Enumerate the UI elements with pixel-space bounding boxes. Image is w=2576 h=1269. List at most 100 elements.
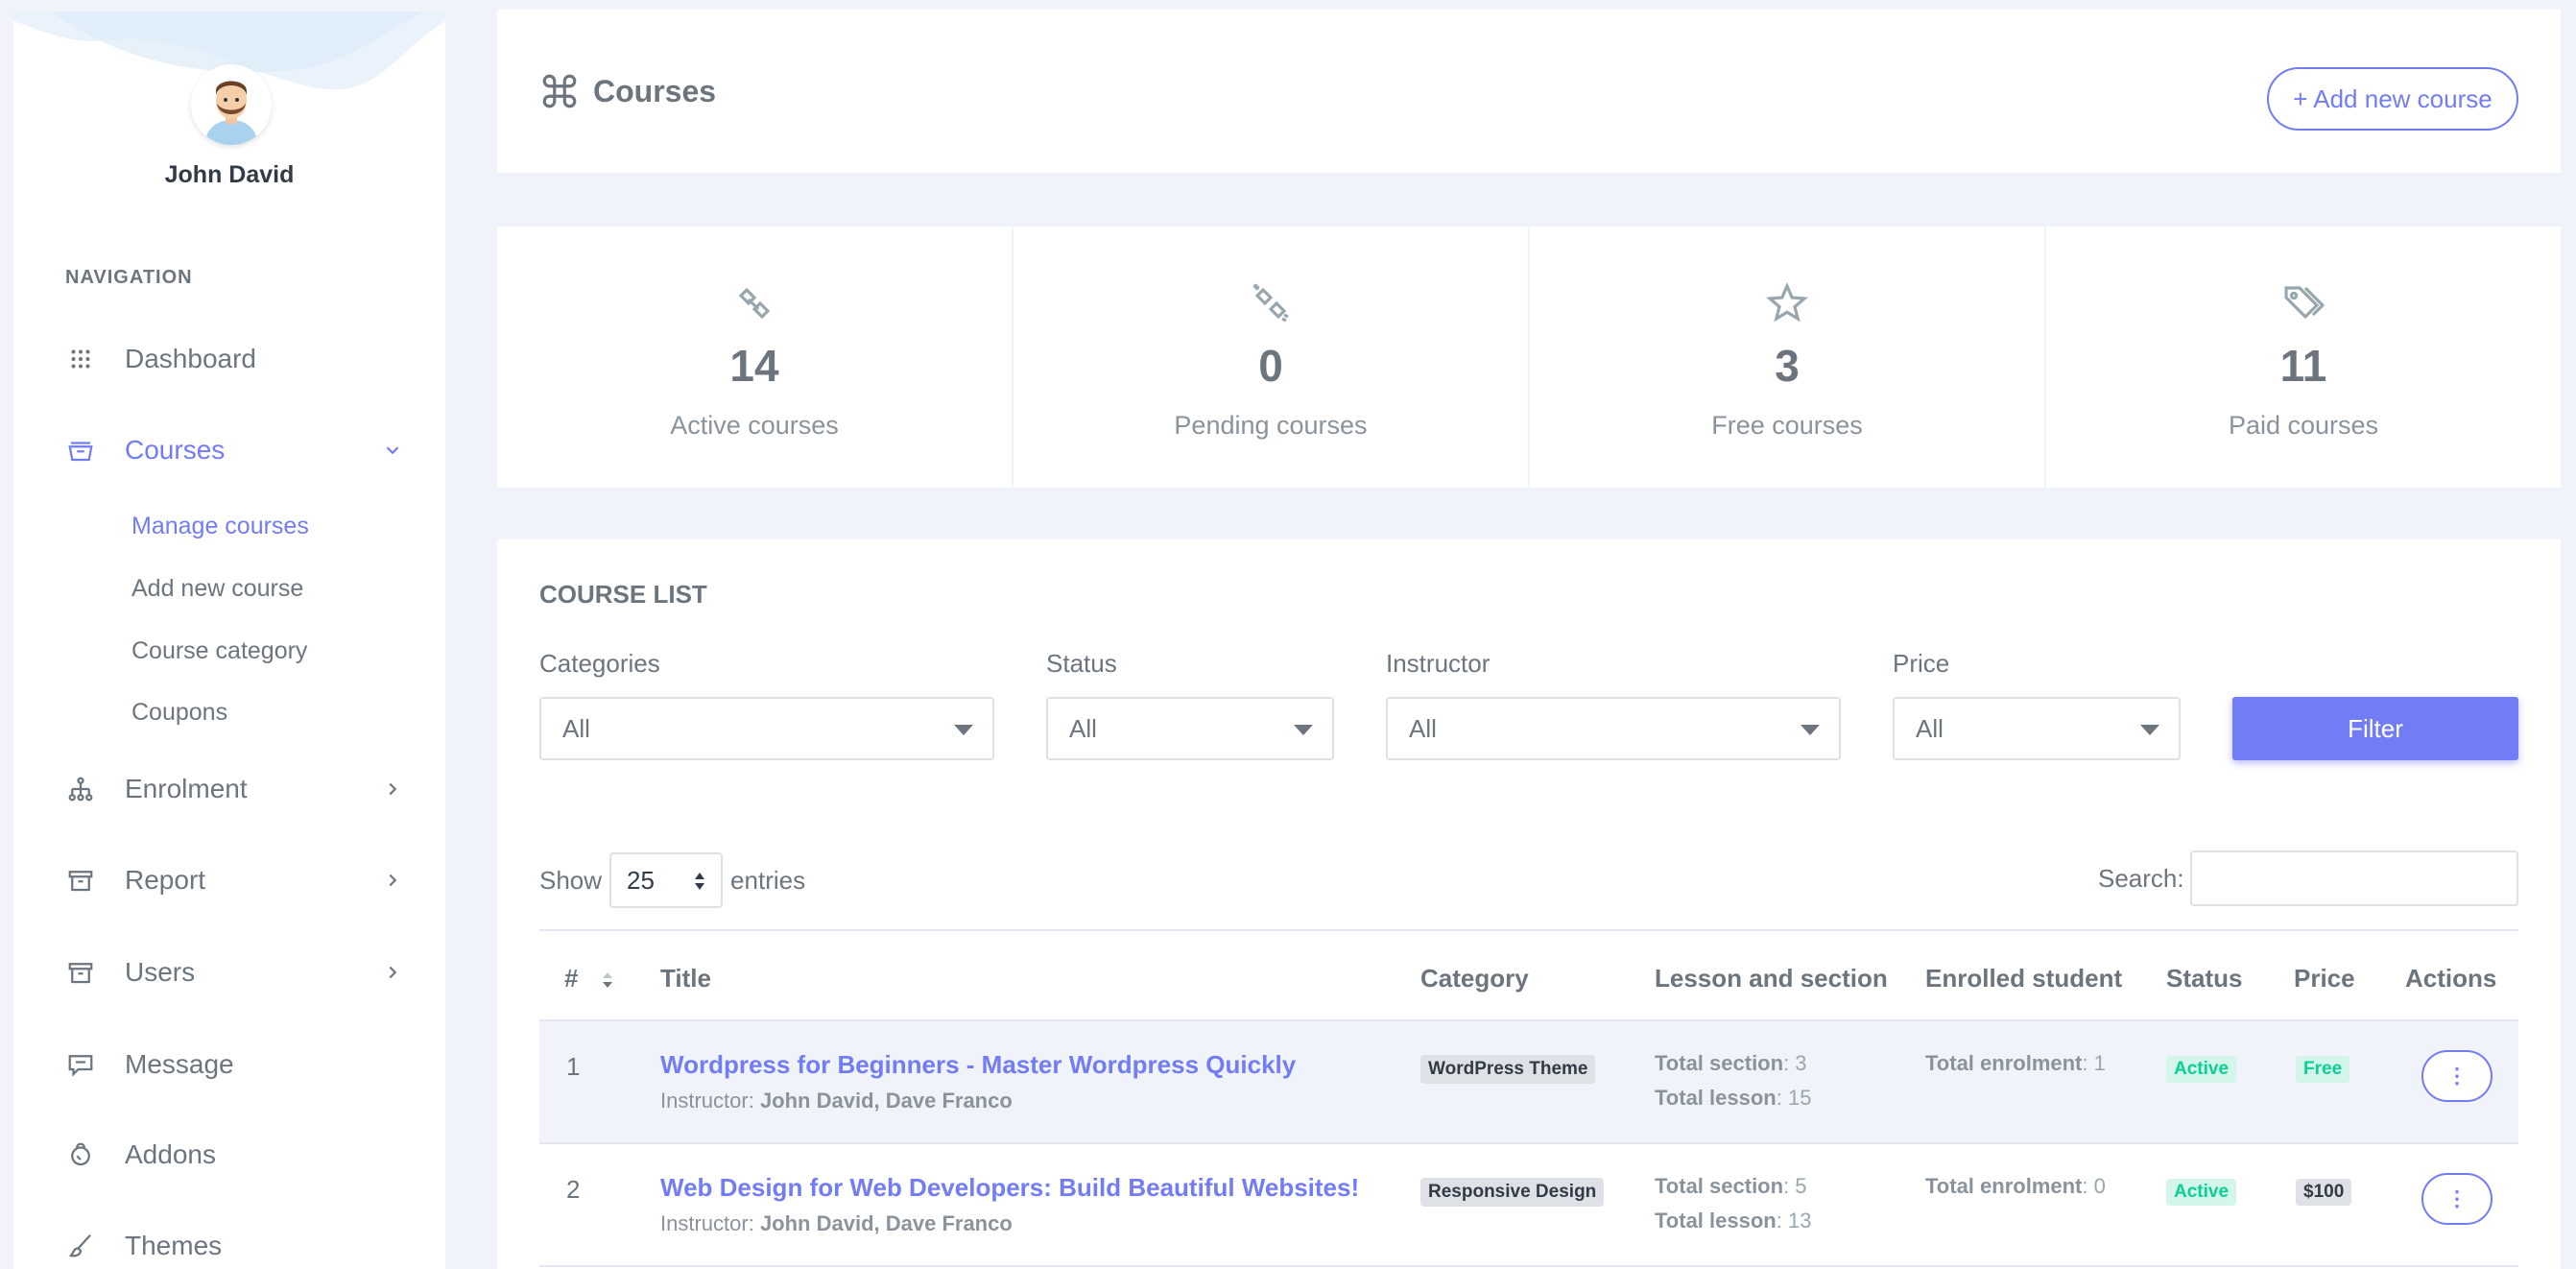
lesson-value: : 15 [1776, 1086, 1812, 1110]
column-header-lesson-section[interactable]: Lesson and section [1655, 964, 1888, 994]
lesson-value: : 13 [1776, 1209, 1812, 1233]
filter-label-price: Price [1893, 649, 1950, 678]
stats-row: 14 Active courses 0 Pending courses 3 Fr… [497, 227, 2561, 488]
price-select[interactable]: All [1893, 697, 2181, 760]
instructor-label: Instructor: [660, 1089, 754, 1113]
row-actions-button[interactable]: ⋮ [2421, 1050, 2493, 1102]
lesson-section-info: Total section: 5 Total lesson: 13 [1655, 1169, 1811, 1238]
addons-icon [65, 1139, 96, 1170]
select-value: All [562, 713, 590, 743]
grid-icon [65, 344, 96, 374]
page-header: Courses + Add new course [497, 10, 2561, 173]
course-instructor: Instructor: John David, Dave Franco [660, 1089, 1013, 1113]
sidebar: John David NAVIGATION Dashboard Courses … [13, 12, 445, 1269]
stat-value: 0 [1258, 341, 1283, 391]
avatar-image [191, 64, 272, 145]
nav-section-title: NAVIGATION [65, 267, 193, 288]
stat-label: Paid courses [2228, 411, 2379, 440]
search-input[interactable] [2190, 850, 2518, 906]
show-label: Show [539, 865, 603, 895]
sidebar-item-dashboard[interactable]: Dashboard [65, 330, 411, 388]
sidebar-item-message[interactable]: Message [65, 1036, 411, 1093]
column-header-status[interactable]: Status [2166, 964, 2242, 994]
sidebar-item-label: Courses [125, 435, 226, 465]
stat-free-courses: 3 Free courses [1530, 227, 2044, 488]
page-title-text: Courses [593, 73, 717, 108]
course-list-card: COURSE LIST Categories All Status All In… [497, 539, 2561, 1269]
sidebar-item-label: Dashboard [125, 344, 256, 373]
enrolment-info: Total enrolment: 1 [1925, 1046, 2106, 1081]
categories-select[interactable]: All [539, 697, 994, 760]
stat-value: 3 [1775, 341, 1800, 391]
sidebar-subitem-coupons[interactable]: Coupons [131, 699, 227, 727]
broken-link-icon [1252, 283, 1289, 323]
avatar[interactable] [191, 64, 272, 145]
column-header-number[interactable]: # [564, 964, 578, 994]
enrolment-value: : 0 [2082, 1174, 2106, 1198]
caret-down-icon [1801, 725, 1820, 735]
course-title-link[interactable]: Wordpress for Beginners - Master Wordpre… [660, 1050, 1296, 1080]
instructor-names: John David, Dave Franco [759, 1089, 1013, 1113]
course-title-link[interactable]: Web Design for Web Developers: Build Bea… [660, 1173, 1359, 1203]
chevron-right-icon [389, 966, 397, 979]
table-row: 2 Web Design for Web Developers: Build B… [539, 1144, 2518, 1267]
stat-value: 11 [2279, 341, 2327, 391]
link-icon [738, 287, 771, 320]
sort-icon[interactable] [601, 970, 614, 991]
tags-icon [2284, 286, 2326, 320]
column-header-price[interactable]: Price [2294, 964, 2355, 994]
sidebar-subitem-course-category[interactable]: Course category [131, 637, 307, 665]
section-value: : 3 [1783, 1051, 1807, 1075]
entries-select[interactable]: 25 [609, 852, 724, 908]
sidebar-subitem-add-new-course[interactable]: Add new course [131, 575, 303, 603]
sidebar-item-label: Message [125, 1049, 234, 1079]
enrolment-value: : 1 [2082, 1051, 2106, 1075]
caret-down-icon [954, 725, 973, 735]
select-value: All [1409, 713, 1437, 743]
instructor-select[interactable]: All [1386, 697, 1841, 760]
category-badge: WordPress Theme [1420, 1055, 1596, 1084]
course-price: $100 [2296, 1177, 2352, 1206]
status-badge: Active [2166, 1056, 2237, 1083]
sidebar-item-themes[interactable]: Themes [65, 1217, 411, 1269]
column-header-title[interactable]: Title [660, 964, 711, 994]
column-header-category[interactable]: Category [1420, 964, 1529, 994]
column-header-enrolled[interactable]: Enrolled student [1925, 964, 2122, 994]
status-select[interactable]: All [1046, 697, 1334, 760]
caret-down-icon [2140, 725, 2159, 735]
select-value: All [1916, 713, 1944, 743]
course-instructor: Instructor: John David, Dave Franco [660, 1211, 1013, 1236]
star-icon [1766, 281, 1808, 323]
filter-button[interactable]: Filter [2232, 697, 2518, 760]
row-number: 1 [566, 1052, 581, 1081]
sidebar-item-label: Enrolment [125, 774, 248, 803]
sidebar-item-label: Report [125, 865, 206, 895]
course-category: WordPress Theme [1420, 1054, 1596, 1084]
sidebar-item-enrolment[interactable]: Enrolment [65, 760, 411, 818]
column-header-actions: Actions [2405, 964, 2497, 993]
row-actions-button[interactable]: ⋮ [2421, 1173, 2493, 1225]
sidebar-item-courses[interactable]: Courses [65, 421, 411, 479]
sidebar-subitem-manage-courses[interactable]: Manage courses [131, 513, 309, 540]
chevron-down-icon [386, 446, 399, 455]
sidebar-item-users[interactable]: Users [65, 944, 411, 1001]
table-header: # Title Category Lesson and section Enro… [539, 929, 2518, 1021]
sidebar-item-label: Users [125, 957, 196, 987]
stat-label: Active courses [670, 411, 839, 440]
page-title: Courses [539, 71, 716, 111]
filter-label-instructor: Instructor [1386, 649, 1491, 678]
sidebar-item-addons[interactable]: Addons [65, 1126, 411, 1184]
add-new-course-button[interactable]: + Add new course [2267, 67, 2518, 131]
sidebar-item-label: Addons [125, 1139, 216, 1169]
archive-icon [65, 435, 96, 466]
course-status: Active [2166, 1054, 2237, 1083]
filter-label-status: Status [1046, 649, 1117, 678]
instructor-names: John David, Dave Franco [759, 1211, 1013, 1235]
course-category: Responsive Design [1420, 1177, 1605, 1207]
user-name: John David [164, 161, 295, 188]
entries-length-control: Show 25 entries [539, 852, 805, 908]
sidebar-item-report[interactable]: Report [65, 851, 411, 909]
course-status: Active [2166, 1177, 2237, 1206]
enrolment-label: Total enrolment [1925, 1051, 2083, 1075]
sidebar-item-label: Themes [125, 1231, 223, 1260]
